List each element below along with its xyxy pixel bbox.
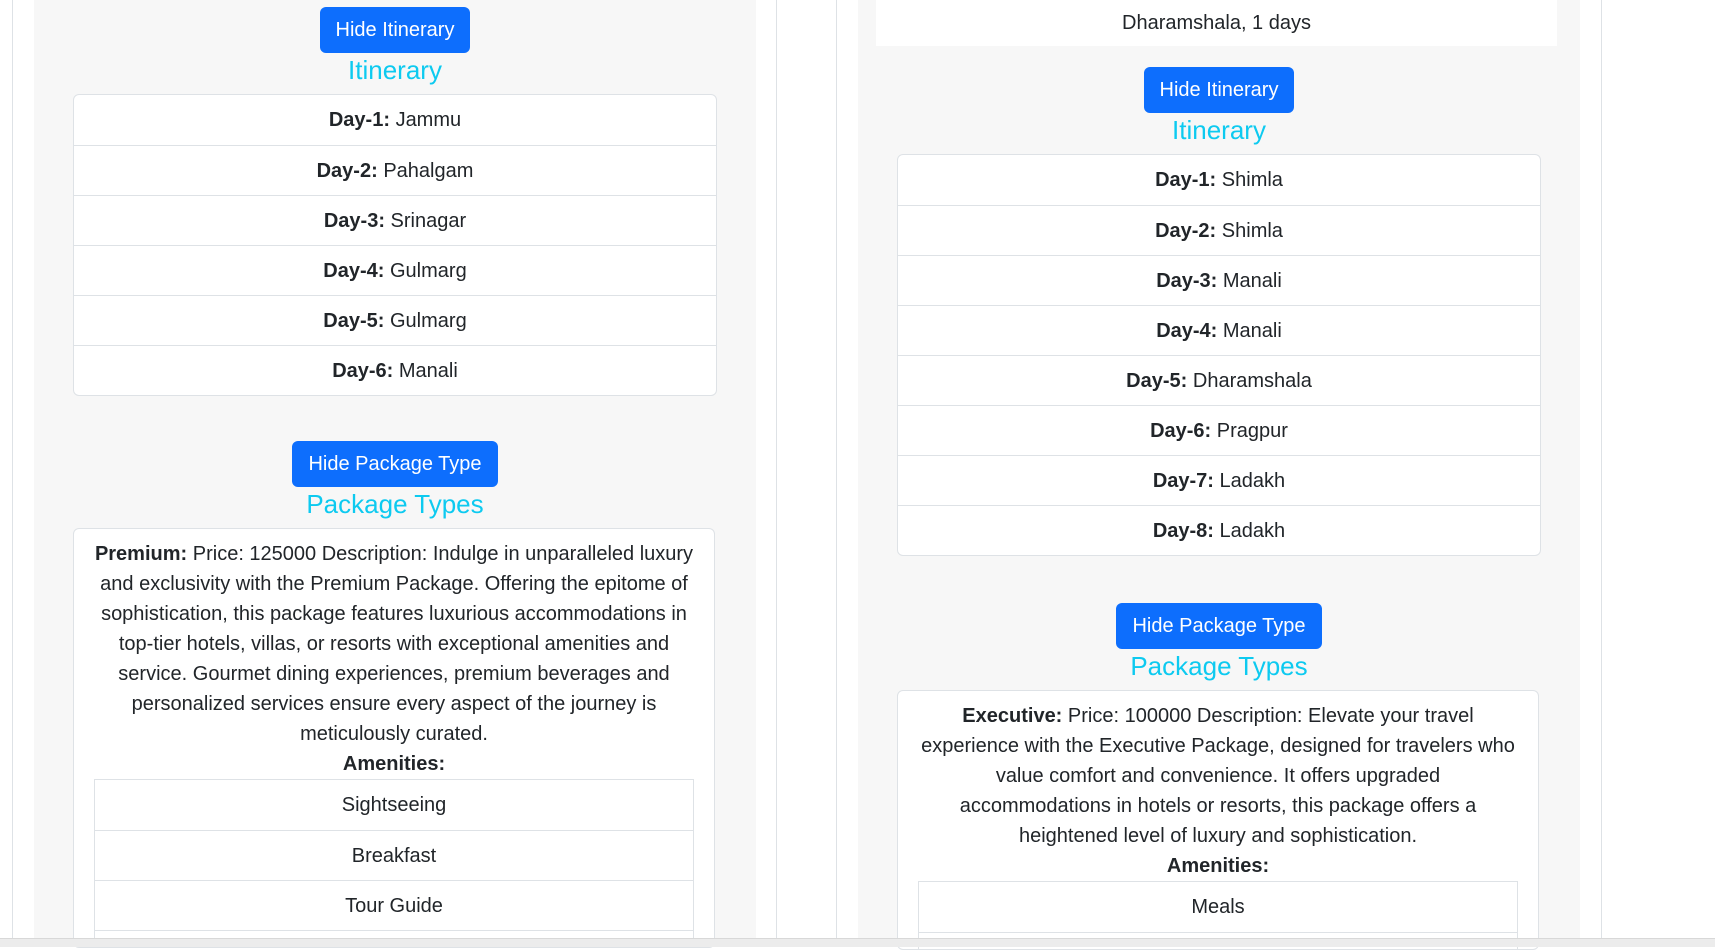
itinerary-day: Day-4: Manali bbox=[898, 305, 1540, 355]
itinerary-heading: Itinerary bbox=[348, 55, 442, 85]
itinerary-day: Day-3: Srinagar bbox=[74, 195, 716, 245]
package-description: Premium: Price: 125000 Description: Indu… bbox=[94, 539, 694, 749]
amenity-item: Meals bbox=[1191, 896, 1245, 918]
column-divider bbox=[776, 0, 777, 938]
package-types-heading: Package Types bbox=[1130, 651, 1308, 681]
column-divider bbox=[836, 0, 837, 938]
itinerary-day: Day-5: Gulmarg bbox=[74, 295, 716, 345]
itinerary-list: Day-1: Shimla Day-2: Shimla Day-3: Manal… bbox=[897, 154, 1541, 556]
itinerary-day: Day-1: Jammu bbox=[328, 109, 462, 131]
amenity-item: Sightseeing bbox=[341, 794, 447, 816]
itinerary-day: Day-6: Manali bbox=[74, 345, 716, 395]
amenity-item: Tour Guide bbox=[95, 880, 693, 930]
column-divider bbox=[12, 0, 13, 938]
itinerary-day: Day-6: Pragpur bbox=[898, 405, 1540, 455]
amenities-list: Sightseeing Breakfast Tour Guide bbox=[94, 779, 694, 947]
package-type-card: Executive: Price: 100000 Description: El… bbox=[897, 690, 1539, 950]
itinerary-day: Day-3: Manali bbox=[898, 255, 1540, 305]
itinerary-day: Day-5: Dharamshala bbox=[898, 355, 1540, 405]
hide-itinerary-button[interactable]: Hide Itinerary bbox=[1143, 67, 1295, 113]
package-type-card: Premium: Price: 125000 Description: Indu… bbox=[73, 528, 715, 948]
column-divider bbox=[1601, 0, 1602, 938]
package-name: Premium: bbox=[94, 543, 188, 565]
amenity-item: Breakfast bbox=[95, 830, 693, 880]
itinerary-day: Day-7: Ladakh bbox=[898, 455, 1540, 505]
package-description: Executive: Price: 100000 Description: El… bbox=[918, 701, 1518, 851]
itinerary-heading: Itinerary bbox=[1172, 115, 1266, 145]
itinerary-day: Day-1: Shimla bbox=[1155, 169, 1283, 191]
hide-package-type-button[interactable]: Hide Package Type bbox=[292, 441, 498, 487]
itinerary-day: Day-8: Ladakh bbox=[898, 505, 1540, 555]
package-types-heading: Package Types bbox=[306, 489, 484, 519]
package-text: Price: 125000 Description: Indulge in un… bbox=[100, 543, 694, 745]
hide-package-type-button[interactable]: Hide Package Type bbox=[1116, 603, 1322, 649]
itinerary-day: Day-2: Shimla bbox=[898, 205, 1540, 255]
destination-duration: Dharamshala, 1 days bbox=[876, 0, 1557, 46]
package-name: Executive: bbox=[962, 705, 1063, 727]
itinerary-day: Day-2: Pahalgam bbox=[74, 145, 716, 195]
amenities-label: Amenities: bbox=[342, 753, 446, 775]
itinerary-list: Day-1: Jammu Day-2: Pahalgam Day-3: Srin… bbox=[73, 94, 717, 396]
itinerary-day: Day-4: Gulmarg bbox=[74, 245, 716, 295]
amenities-label: Amenities: bbox=[1166, 855, 1270, 877]
hide-itinerary-button[interactable]: Hide Itinerary bbox=[319, 7, 471, 53]
